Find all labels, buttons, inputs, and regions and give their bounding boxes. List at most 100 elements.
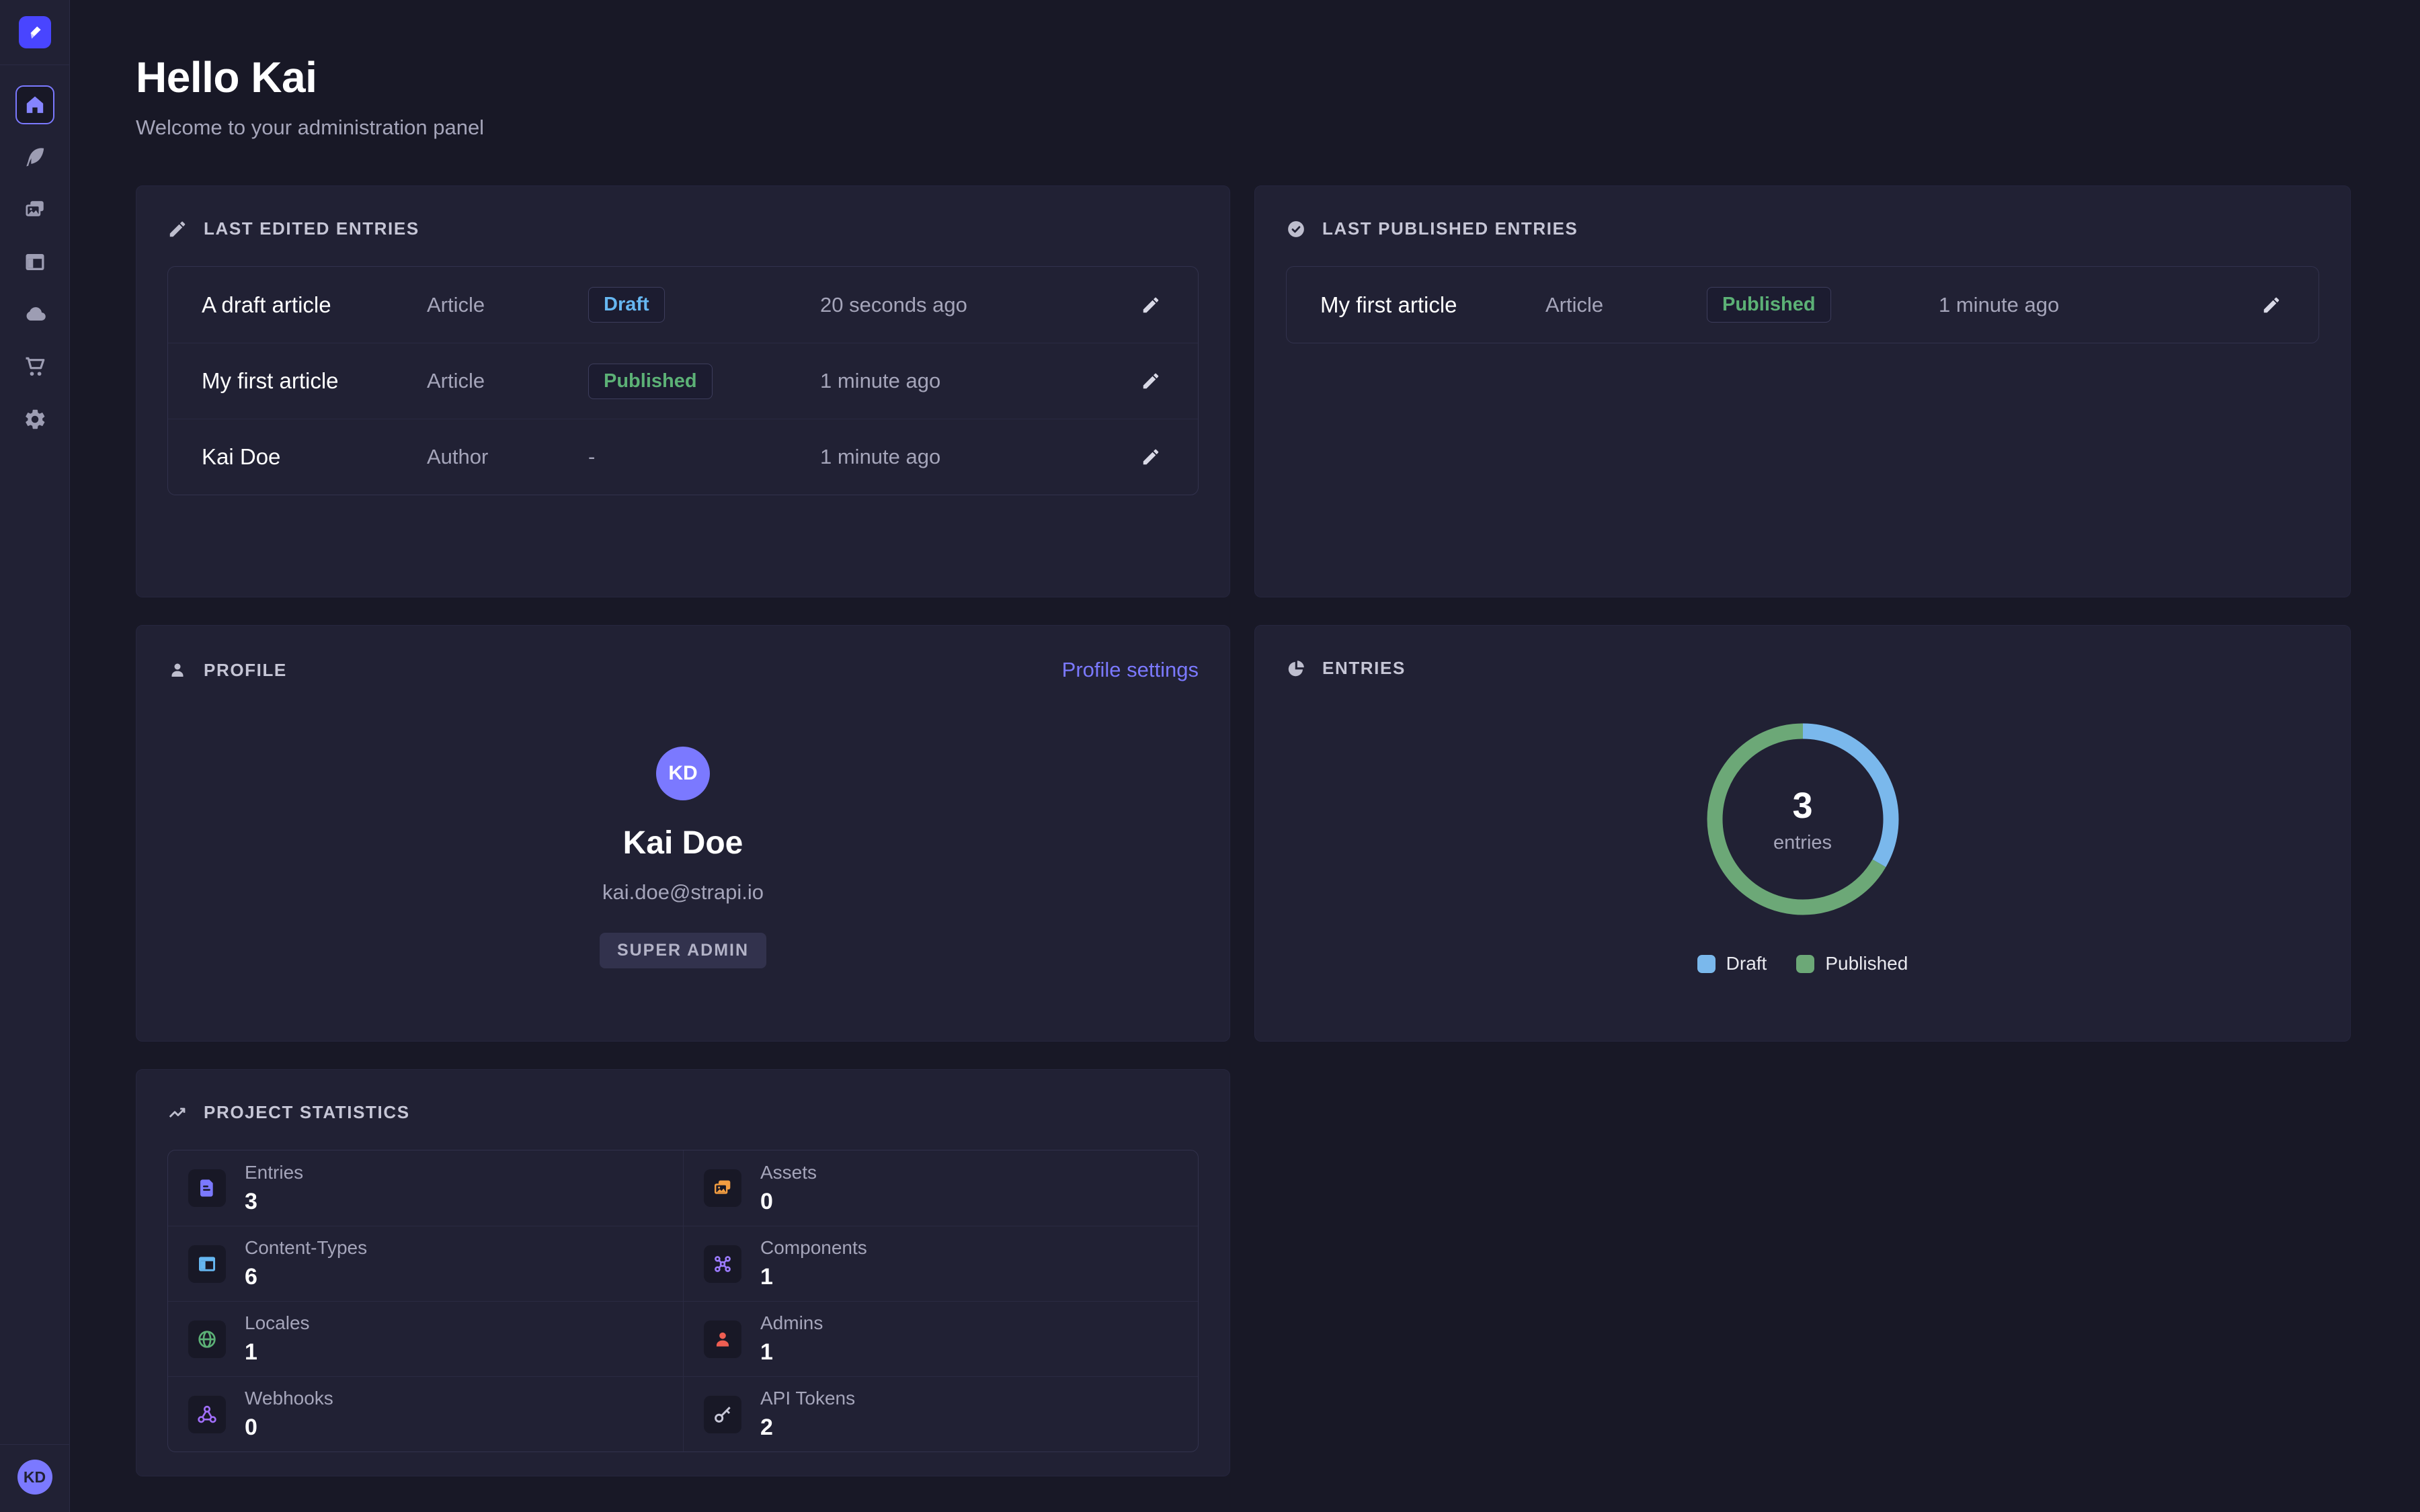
page-subtitle: Welcome to your administration panel [136, 116, 2351, 140]
stat-cell-admins: Admins 1 [683, 1301, 1198, 1376]
entry-time: 1 minute ago [1939, 293, 2228, 317]
card-project-statistics: PROJECT STATISTICS Entries [136, 1069, 1230, 1476]
entry-name: Kai Doe [202, 444, 427, 470]
pencil-icon [1141, 447, 1161, 467]
status-badge: Published [588, 364, 713, 399]
last-published-table: My first article Article Published 1 min… [1286, 266, 2319, 343]
stat-value: 0 [245, 1415, 333, 1441]
sidebar-item-media-library[interactable] [9, 183, 61, 236]
edit-button[interactable] [2251, 285, 2292, 325]
entry-time: 20 seconds ago [820, 293, 1107, 317]
entries-body: 3 entries Draft Published [1286, 679, 2319, 974]
legend-label-draft: Draft [1726, 953, 1767, 974]
entry-name: My first article [202, 368, 427, 394]
stat-label: Admins [760, 1312, 823, 1334]
card-entries-header: ENTRIES [1286, 658, 2319, 679]
stat-cell-content-types: Content-Types 6 [168, 1226, 683, 1301]
card-title: PROFILE [204, 660, 287, 681]
donut-center-label: entries [1773, 832, 1832, 854]
stat-cell-api-tokens: API Tokens 2 [683, 1376, 1198, 1452]
cart-icon [23, 355, 47, 379]
card-title: ENTRIES [1322, 658, 1406, 679]
stat-cell-entries: Entries 3 [168, 1150, 683, 1226]
stat-cell-assets: Assets 0 [683, 1150, 1198, 1226]
edit-button[interactable] [1131, 437, 1171, 477]
sidebar-item-home[interactable] [15, 85, 54, 124]
stat-label: Components [760, 1237, 867, 1259]
page-title: Hello Kai [136, 52, 2351, 102]
gear-icon [23, 407, 47, 431]
stat-value: 0 [760, 1189, 817, 1215]
entry-time: 1 minute ago [820, 445, 1107, 469]
stat-value: 3 [245, 1189, 303, 1215]
last-edited-table: A draft article Article Draft 20 seconds… [167, 266, 1199, 495]
card-last-edited-header: LAST EDITED ENTRIES [167, 218, 1199, 239]
entry-type: Article [1545, 293, 1707, 317]
table-row: A draft article Article Draft 20 seconds… [168, 267, 1198, 343]
edit-button[interactable] [1131, 361, 1171, 401]
file-icon [188, 1169, 226, 1207]
stats-table: Entries 3 [167, 1150, 1199, 1452]
profile-avatar: KD [656, 747, 710, 800]
globe-icon [188, 1320, 226, 1358]
key-icon [704, 1396, 741, 1433]
chart-legend: Draft Published [1697, 953, 1908, 974]
entry-time: 1 minute ago [820, 369, 1107, 393]
pencil-icon [1141, 295, 1161, 315]
edit-button[interactable] [1131, 285, 1171, 325]
entry-name: A draft article [202, 292, 427, 318]
sidebar-nav [9, 79, 61, 446]
layout-icon [23, 250, 47, 274]
card-last-published-entries: LAST PUBLISHED ENTRIES My first article … [1254, 185, 2351, 597]
sidebar-item-deploy[interactable] [9, 288, 61, 341]
card-title: LAST EDITED ENTRIES [204, 218, 419, 239]
strapi-logo[interactable] [19, 16, 51, 48]
card-stats-header: PROJECT STATISTICS [167, 1102, 1199, 1123]
card-last-published-header: LAST PUBLISHED ENTRIES [1286, 218, 2319, 239]
sidebar: KD [0, 0, 70, 1512]
card-title: LAST PUBLISHED ENTRIES [1322, 218, 1578, 239]
grid-empty-cell [1254, 1069, 2351, 1476]
sidebar-item-content[interactable] [9, 131, 61, 183]
sidebar-item-content-type-builder[interactable] [9, 236, 61, 288]
entry-name: My first article [1320, 292, 1545, 318]
stat-value: 1 [245, 1339, 310, 1366]
stat-label: Assets [760, 1162, 817, 1183]
stat-cell-components: Components 1 [683, 1226, 1198, 1301]
sidebar-item-settings[interactable] [9, 393, 61, 446]
webhook-icon [188, 1396, 226, 1433]
stat-value: 6 [245, 1264, 367, 1290]
donut-center: 3 entries [1705, 722, 1900, 917]
layout-icon [188, 1245, 226, 1283]
entry-type: Author [427, 445, 588, 469]
legend-swatch-draft [1697, 955, 1716, 973]
user-avatar[interactable]: KD [17, 1460, 52, 1495]
profile-body: KD Kai Doe kai.doe@strapi.io SUPER ADMIN [167, 682, 1199, 968]
entry-type: Article [427, 293, 588, 317]
cloud-icon [23, 302, 47, 327]
donut-center-value: 3 [1792, 785, 1812, 827]
table-row: Kai Doe Author - 1 minute ago [168, 419, 1198, 495]
card-profile-header: PROFILE Profile settings [167, 658, 1199, 682]
main-content: Hello Kai Welcome to your administration… [70, 0, 2420, 1512]
pencil-icon [2261, 295, 2282, 315]
images-icon [23, 198, 47, 222]
nodes-icon [704, 1245, 741, 1283]
stat-cell-locales: Locales 1 [168, 1301, 683, 1376]
user-icon [704, 1320, 741, 1358]
card-last-edited-entries: LAST EDITED ENTRIES A draft article Arti… [136, 185, 1230, 597]
strapi-logo-icon [25, 22, 45, 42]
profile-settings-link[interactable]: Profile settings [1062, 658, 1199, 682]
sidebar-item-marketplace[interactable] [9, 341, 61, 393]
table-row: My first article Article Published 1 min… [1287, 267, 2318, 343]
check-circle-icon [1286, 219, 1306, 239]
dashboard-grid: LAST EDITED ENTRIES A draft article Arti… [136, 185, 2351, 1476]
feather-icon [23, 145, 47, 169]
pencil-icon [167, 219, 188, 239]
stat-value: 1 [760, 1339, 823, 1366]
stat-value: 2 [760, 1415, 855, 1441]
stat-cell-webhooks: Webhooks 0 [168, 1376, 683, 1452]
pie-chart-icon [1286, 659, 1306, 679]
images-icon [704, 1169, 741, 1207]
status-badge: Published [1707, 287, 1831, 323]
